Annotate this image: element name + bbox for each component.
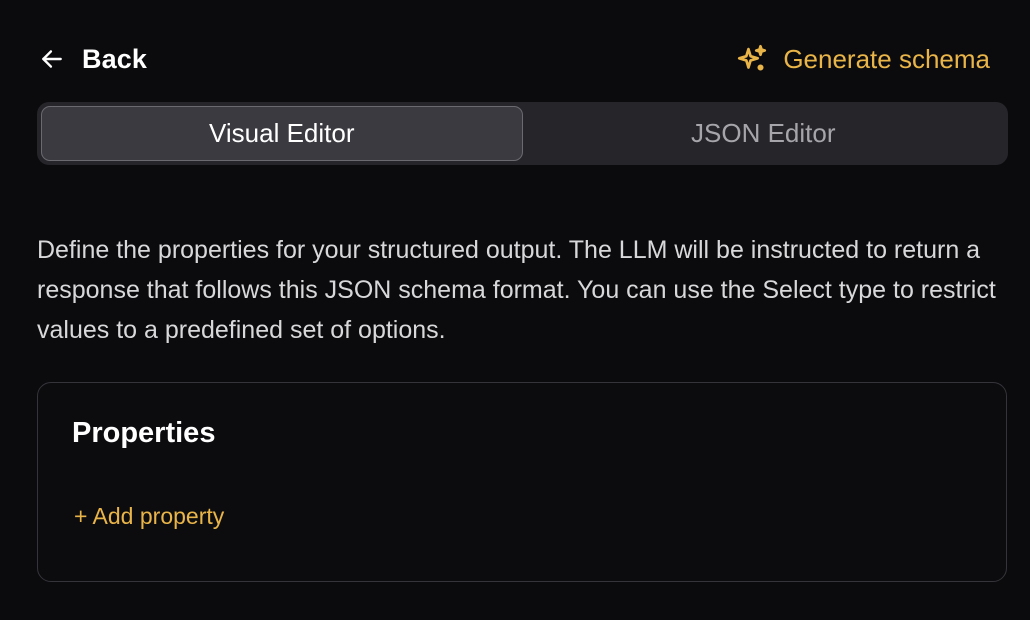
properties-title: Properties xyxy=(72,417,216,449)
sparkles-icon xyxy=(735,42,769,76)
generate-schema-button[interactable]: Generate schema xyxy=(735,42,990,76)
properties-card: Properties + Add property xyxy=(37,382,1007,582)
description-text: Define the properties for your structure… xyxy=(37,236,996,344)
add-property-button[interactable]: + Add property xyxy=(74,503,224,530)
editor-tabs: Visual Editor JSON Editor xyxy=(37,102,1008,165)
back-button[interactable]: Back xyxy=(38,44,147,75)
header: Back Generate schema xyxy=(38,36,990,82)
tab-json-editor[interactable]: JSON Editor xyxy=(523,106,1005,161)
arrow-left-icon xyxy=(38,45,66,73)
generate-schema-label: Generate schema xyxy=(783,43,990,74)
back-label: Back xyxy=(82,43,147,74)
tab-visual-editor[interactable]: Visual Editor xyxy=(41,106,523,161)
schema-editor-page: Back Generate schema Visual Editor JSON … xyxy=(0,0,1030,620)
